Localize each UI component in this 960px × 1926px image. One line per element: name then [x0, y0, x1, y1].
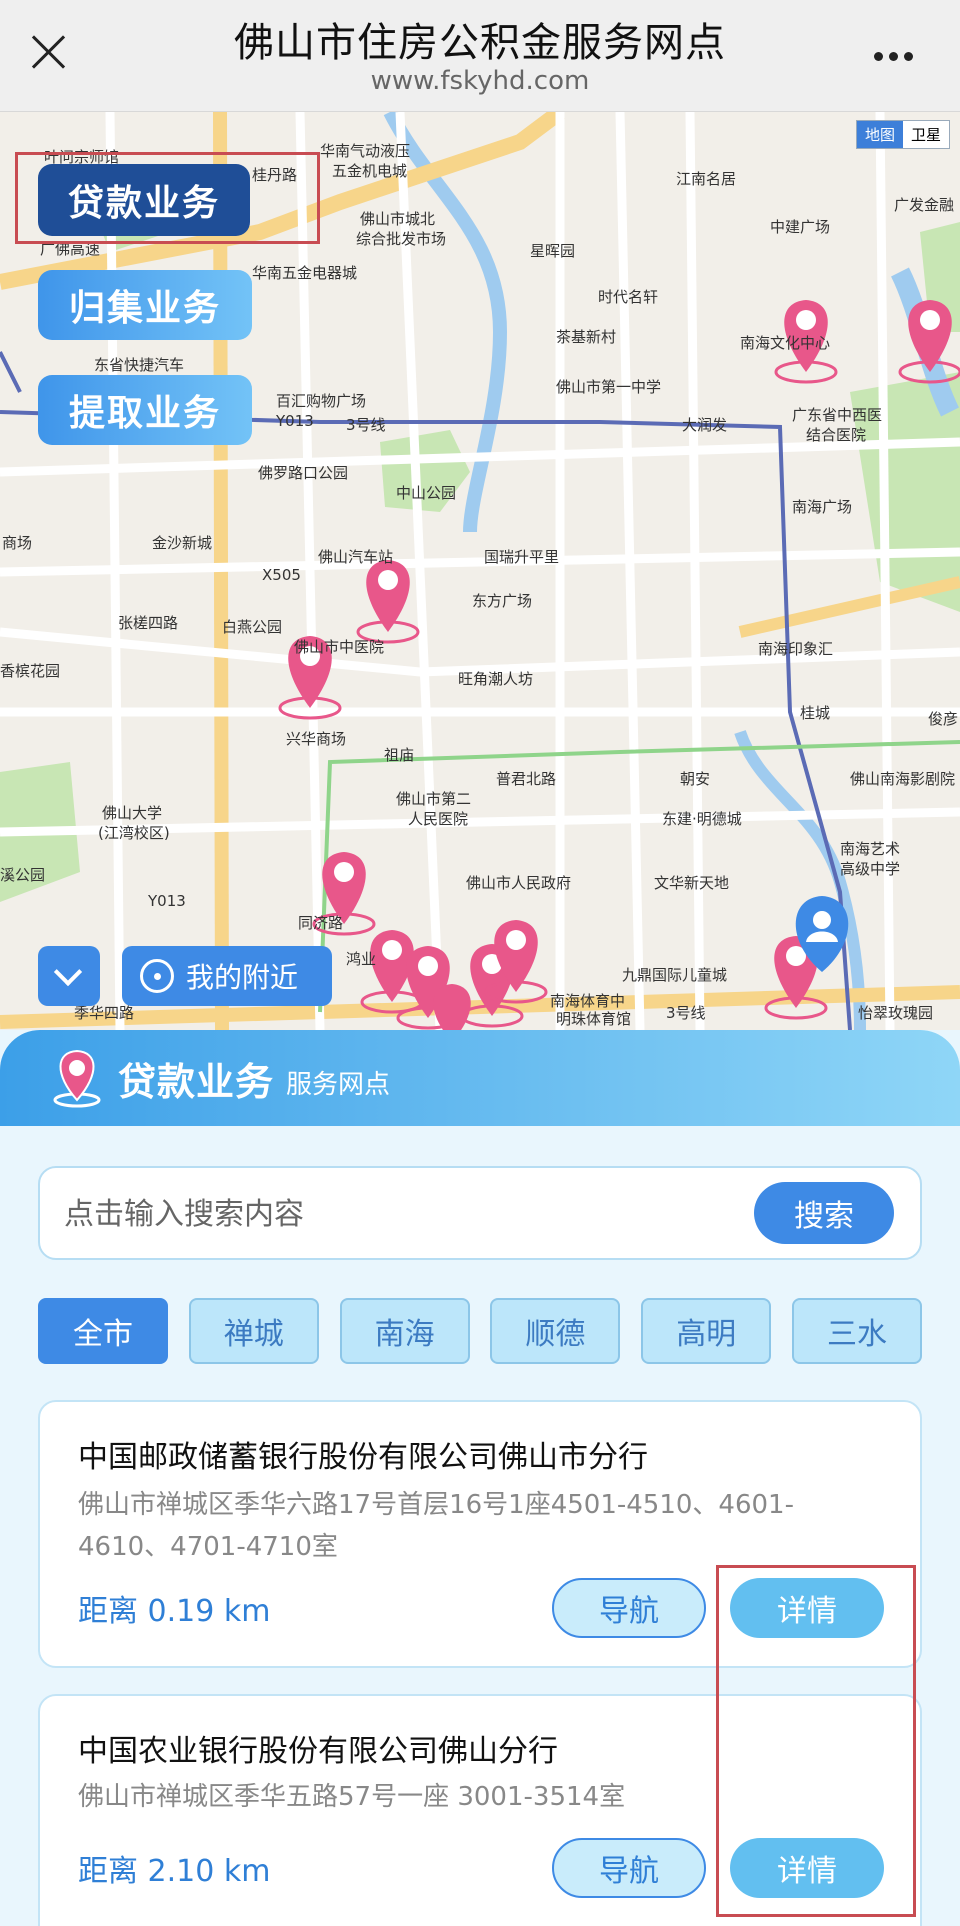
map-place-label: 旺角潮人坊 — [458, 670, 534, 688]
map-place-label: 朝安 — [680, 770, 711, 788]
district-shunde[interactable]: 顺德 — [490, 1298, 621, 1364]
map-place-label: 南海广场 — [792, 498, 853, 516]
map-place-label: 综合批发市场 — [356, 230, 447, 248]
category-withdraw-button[interactable]: 提取业务 — [38, 375, 252, 445]
district-chancheng[interactable]: 禅城 — [188, 1298, 319, 1364]
map-type-standard[interactable]: 地图 — [856, 121, 903, 148]
panel-title: 贷款业务 — [118, 1059, 275, 1104]
map-place-label: 星晖园 — [530, 242, 576, 260]
app-root: { "header": { "title": "佛山市住房公积金服务网点", "… — [0, 0, 960, 1926]
map-place-label: 时代名轩 — [598, 288, 659, 306]
map-place-label: 文华新天地 — [654, 874, 730, 892]
branch-name: 中国农业银行股份有限公司佛山分行 — [78, 1734, 558, 1769]
map-place-label: 鸿业 — [346, 950, 377, 968]
map-place-label: 佛山市城北 — [360, 210, 436, 228]
map-place-label: 大润发 — [682, 416, 728, 434]
map-place-label: 明珠体育馆 — [556, 1010, 632, 1028]
map-place-label: 广发金融 — [894, 196, 955, 214]
map-place-label: 张槎四路 — [118, 614, 179, 632]
map-place-label: 百汇购物广场 — [276, 392, 367, 410]
map-place-label: 高级中学 — [840, 860, 901, 878]
map-place-label: 东方广场 — [472, 592, 533, 610]
nearby-button[interactable]: 我的附近 — [122, 946, 332, 1006]
map-place-label: 中山公园 — [396, 484, 457, 502]
map-place-label: 同济路 — [298, 914, 344, 932]
map-place-label: 佛山市人民政府 — [466, 874, 572, 892]
map-place-label: 商场 — [2, 534, 33, 552]
map-place-label: 佛山市第一中学 — [556, 378, 662, 396]
map-place-label: 人民医院 — [408, 810, 469, 828]
page-url: www.fskyhd.com — [370, 66, 590, 96]
map-place-label: 南海印象汇 — [758, 640, 834, 658]
map-place-label: 金沙新城 — [152, 534, 213, 552]
branch-name: 中国邮政储蓄银行股份有限公司佛山市分行 — [78, 1440, 648, 1475]
search-bar: 搜索 — [38, 1166, 922, 1260]
map-place-label: 南海文化中心 — [740, 334, 831, 352]
district-nanhai[interactable]: 南海 — [339, 1298, 470, 1364]
location-pin-icon — [53, 1049, 101, 1108]
map-place-label: Y013 — [276, 412, 314, 430]
map-place-label: 南海艺术 — [840, 840, 901, 858]
map-place-label: 祖庙 — [384, 746, 415, 764]
map-place-label: 江南名居 — [676, 170, 737, 188]
more-options-icon[interactable] — [874, 46, 922, 61]
map-view[interactable]: 华南气动液压 五金机电城 叶问宗师馆 桂丹路 江南名居 佛山市城北 综合批发市场 中建广场 广发… — [0, 112, 960, 1030]
map-place-label: 九鼎国际儿童城 — [622, 966, 728, 984]
map-place-label: 3号线 — [346, 416, 386, 434]
map-place-label: (江湾校区) — [98, 824, 170, 842]
map-place-label: X505 — [262, 566, 301, 584]
district-gaoming[interactable]: 高明 — [641, 1298, 772, 1364]
map-place-label: 佛山市第二 — [396, 790, 472, 808]
map-place-label: 华南五金电器城 — [252, 264, 358, 282]
branch-distance: 距离 0.19 km — [78, 1594, 271, 1629]
map-place-label: 香槟花园 — [0, 662, 61, 680]
map-place-label: 广东省中西医 — [792, 406, 883, 424]
map-place-label: 佛山汽车站 — [318, 548, 394, 566]
map-place-label: 华南气动液压 — [320, 142, 411, 160]
map-place-label: 白燕公园 — [222, 618, 283, 636]
map-place-label: 普君北路 — [496, 770, 557, 788]
branch-distance: 距离 2.10 km — [78, 1854, 271, 1889]
district-filter: 全市 禅城 南海 顺德 高明 三水 — [38, 1298, 922, 1364]
district-all[interactable]: 全市 — [38, 1298, 168, 1364]
highlight-box-category — [15, 152, 320, 244]
search-button[interactable]: 搜索 — [754, 1182, 894, 1244]
map-place-label: 五金机电城 — [332, 162, 408, 180]
map-place-label: 东建·明德城 — [662, 810, 742, 828]
highlight-box-details — [716, 1565, 916, 1917]
map-place-label: 国瑞升平里 — [484, 548, 560, 566]
map-place-label: Y013 — [148, 892, 186, 910]
category-deposit-button[interactable]: 归集业务 — [38, 270, 252, 340]
navigate-button[interactable]: 导航 — [552, 1838, 706, 1898]
map-place-label: 溪公园 — [0, 866, 46, 884]
map-place-label: 茶基新村 — [556, 328, 617, 346]
panel-subtitle: 服务网点 — [286, 1069, 391, 1100]
map-place-label: 中建广场 — [770, 218, 831, 236]
map-type-satellite[interactable]: 卫星 — [903, 121, 949, 148]
page-title: 佛山市住房公积金服务网点 — [234, 20, 726, 66]
map-place-label: 佛山南海影剧院 — [850, 770, 956, 788]
map-type-toggle[interactable]: 地图 卫星 — [855, 120, 950, 149]
map-place-label: 兴华商场 — [286, 730, 347, 748]
branch-address: 佛山市禅城区季华六路17号首层16号1座4501-4510、4601-4610、… — [78, 1490, 794, 1562]
collapse-panel-button[interactable] — [38, 946, 100, 1006]
title-bar: 佛山市住房公积金服务网点 www.fskyhd.com — [0, 0, 960, 112]
map-place-label: 佛山大学 — [102, 804, 163, 822]
map-place-label: 结合医院 — [806, 426, 867, 444]
map-place-label: 俊彦 — [928, 710, 959, 728]
locate-icon — [140, 959, 174, 993]
district-sanshui[interactable]: 三水 — [791, 1298, 922, 1364]
map-place-label: 东省快捷汽车 — [94, 356, 185, 374]
map-place-label: 怡翠玫瑰园 — [858, 1004, 934, 1022]
navigate-button[interactable]: 导航 — [552, 1578, 706, 1638]
map-place-label: 佛罗路口公园 — [258, 464, 349, 482]
nearby-label: 我的附近 — [186, 961, 299, 994]
search-input[interactable] — [64, 1190, 684, 1238]
panel-header: 贷款业务 服务网点 — [0, 1030, 960, 1126]
map-place-label: 3号线 — [666, 1004, 706, 1022]
map-place-label: 桂城 — [800, 704, 831, 722]
map-place-label: 佛山市中医院 — [294, 638, 385, 656]
